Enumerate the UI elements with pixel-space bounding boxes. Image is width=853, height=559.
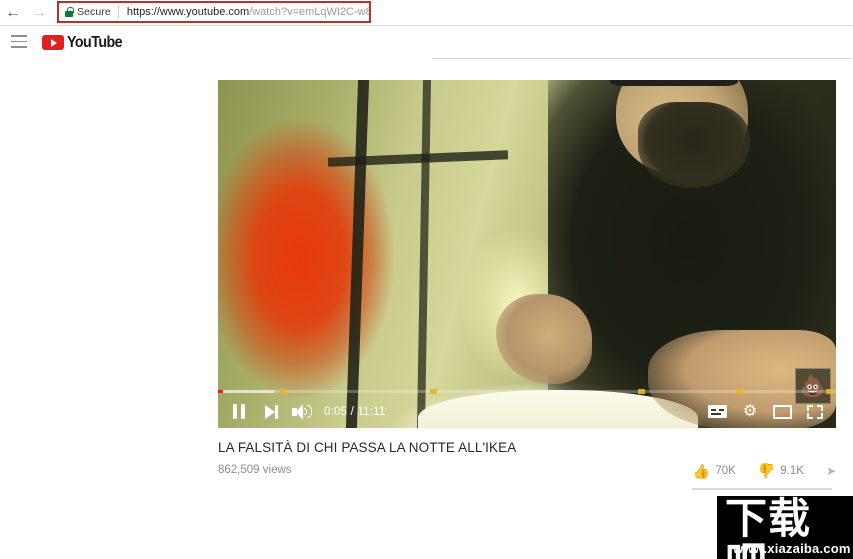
site-watermark: 下载吧 www.xiazaiba.com [717,496,853,559]
youtube-header: YouTube [0,26,853,80]
youtube-wordmark: YouTube [67,33,123,51]
page-body: 💩 0:05 / 11:11 ⚙ LA FALSITÀ DI CHI PASSA… [0,59,853,559]
chapter-marker[interactable] [280,389,287,394]
url-path: /watch?v=emLqWI2C-w8 [249,6,371,18]
closed-captions-icon[interactable] [700,395,734,428]
security-badge[interactable]: Secure [59,3,118,21]
chapter-marker[interactable] [736,389,743,394]
video-scene-element [345,80,370,428]
thumbs-down-icon: 👍 [757,463,776,479]
gear-icon[interactable]: ⚙ [734,395,766,428]
url-text: https://www.youtube.com/watch?v=emLqWI2C… [119,6,371,18]
forward-button[interactable]: → [26,0,52,25]
control-row: 0:05 / 11:11 ⚙ [218,395,836,428]
view-count: 862,509 views [218,464,292,476]
video-scene-element [610,80,738,86]
video-scene-element [496,294,592,384]
hamburger-menu-icon[interactable] [11,35,27,48]
youtube-play-icon [42,34,64,51]
video-meta: LA FALSITÀ DI CHI PASSA LA NOTTE ALL'IKE… [218,440,836,490]
address-bar[interactable]: Secure https://www.youtube.com/watch?v=e… [57,1,371,23]
progress-played [218,390,223,393]
like-ratio-bar [692,488,832,490]
security-label: Secure [77,6,111,18]
youtube-logo[interactable]: YouTube [42,34,127,51]
player-controls: 0:05 / 11:11 ⚙ [218,389,836,428]
lock-icon [65,7,74,17]
fullscreen-icon[interactable] [798,395,832,428]
dislike-count: 9.1K [780,465,804,477]
video-frame [218,80,836,428]
share-icon[interactable]: ➤ [826,464,836,478]
dislike-button[interactable]: 👍 9.1K [757,463,804,479]
back-button[interactable]: ← [0,0,26,25]
chapter-marker[interactable] [826,389,833,394]
progress-buffered [218,390,274,393]
video-player[interactable]: 💩 0:05 / 11:11 ⚙ [218,80,836,428]
like-button[interactable]: 👍 70K [693,464,736,478]
video-stats-row: 862,509 views 👍 70K 👍 9.1K ➤ [218,463,836,490]
chapter-marker[interactable] [638,389,645,394]
pause-icon[interactable] [222,395,256,428]
time-display: 0:05 / 11:11 [324,405,386,418]
chapter-marker[interactable] [430,389,437,394]
progress-bar[interactable] [218,389,836,394]
like-count: 70K [715,465,736,477]
video-title: LA FALSITÀ DI CHI PASSA LA NOTTE ALL'IKE… [218,440,517,455]
theater-mode-icon[interactable] [766,395,798,428]
url-host: https://www.youtube.com [126,6,250,18]
thumbs-up-icon: 👍 [692,463,711,479]
video-scene-element [416,80,432,428]
volume-on-icon[interactable] [286,395,318,428]
next-video-icon[interactable] [256,395,286,428]
watermark-url: www.xiazaiba.com [733,541,851,556]
rating-group: 👍 70K 👍 9.1K ➤ [671,463,836,490]
